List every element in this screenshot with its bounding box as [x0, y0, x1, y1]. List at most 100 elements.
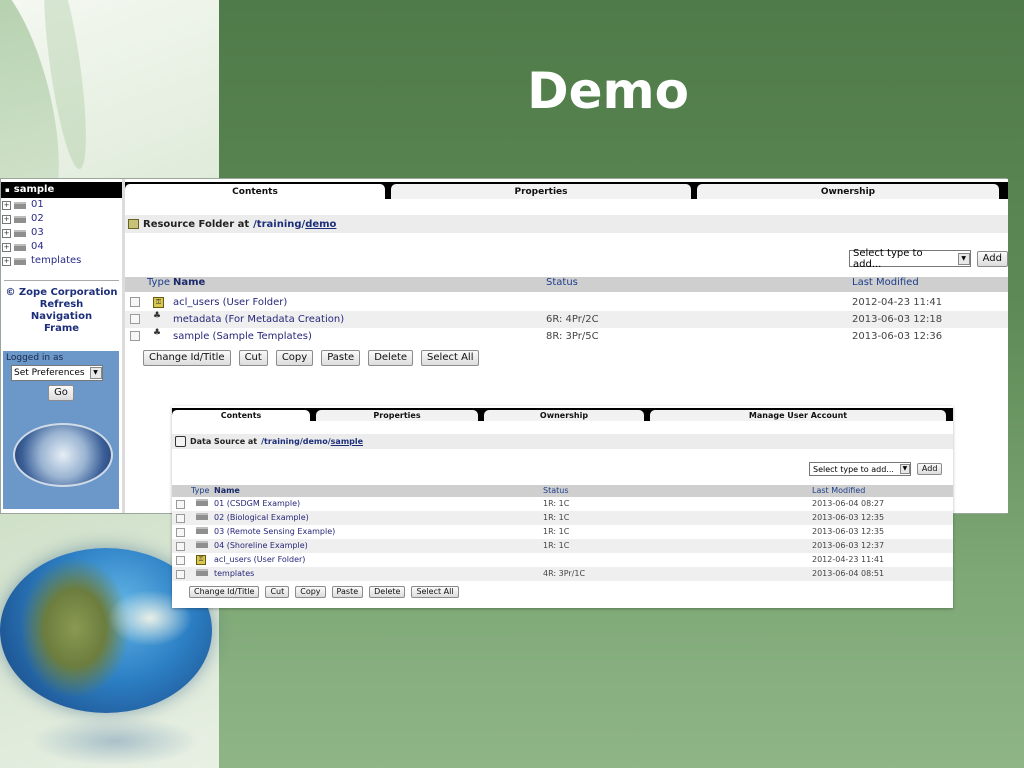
tab-bar: Contents Properties Ownership: [125, 182, 1008, 199]
expand-icon[interactable]: +: [2, 200, 11, 210]
path-segment[interactable]: /training/demo/: [261, 437, 331, 446]
row-checkbox[interactable]: [130, 314, 140, 324]
row-checkbox[interactable]: [130, 331, 140, 341]
column-name[interactable]: Name: [173, 277, 205, 288]
nav-item-label[interactable]: 01: [31, 198, 44, 212]
go-button[interactable]: Go: [48, 385, 74, 401]
column-status[interactable]: Status: [546, 277, 578, 288]
row-checkbox[interactable]: [176, 556, 185, 565]
tab-manage-user-account[interactable]: Manage User Account: [650, 410, 946, 421]
row-checkbox[interactable]: [176, 570, 185, 579]
row-checkbox[interactable]: [176, 500, 185, 509]
table-row: 02 (Biological Example) 1R: 1C 2013-06-0…: [172, 511, 953, 525]
column-type[interactable]: Type: [191, 485, 209, 497]
path-link-demo[interactable]: demo: [305, 219, 336, 230]
row-name-link[interactable]: sample (Sample Templates): [173, 328, 312, 345]
folder-icon: [14, 215, 26, 223]
navigation-link[interactable]: Navigation: [1, 311, 122, 323]
select-all-button[interactable]: Select All: [411, 586, 459, 598]
row-checkbox[interactable]: [176, 528, 185, 537]
column-name[interactable]: Name: [214, 485, 240, 497]
paste-button[interactable]: Paste: [321, 350, 361, 366]
collapse-icon[interactable]: ▪: [5, 186, 10, 194]
row-checkbox[interactable]: [176, 514, 185, 523]
folder-icon: [196, 513, 208, 520]
add-type-select[interactable]: Select type to add... ▼: [809, 462, 911, 476]
row-modified: 2012-04-23 11:41: [852, 297, 943, 308]
row-name-link[interactable]: acl_users (User Folder): [173, 294, 287, 311]
nav-item-templates[interactable]: + templates: [1, 254, 122, 268]
nav-item-04[interactable]: +04: [1, 240, 122, 254]
copy-button[interactable]: Copy: [275, 350, 314, 366]
nav-item-02[interactable]: +02: [1, 212, 122, 226]
column-last-modified[interactable]: Last Modified: [852, 277, 919, 288]
tab-contents[interactable]: Contents: [125, 184, 385, 199]
column-last-modified[interactable]: Last Modified: [812, 485, 865, 497]
tab-properties[interactable]: Properties: [391, 184, 691, 199]
row-name-link[interactable]: metadata (For Metadata Creation): [173, 311, 344, 328]
cut-button[interactable]: Cut: [265, 586, 290, 598]
nav-item-label[interactable]: 03: [31, 226, 44, 240]
change-id-title-button[interactable]: Change Id/Title: [189, 586, 260, 598]
row-checkbox[interactable]: [176, 542, 185, 551]
select-all-button[interactable]: Select All: [421, 350, 480, 366]
expand-icon[interactable]: +: [2, 228, 11, 238]
expand-icon[interactable]: +: [2, 242, 11, 252]
column-status[interactable]: Status: [543, 485, 569, 497]
add-button[interactable]: Add: [976, 250, 1008, 267]
row-name-link[interactable]: acl_users (User Folder): [214, 553, 305, 567]
row-name-link[interactable]: templates: [214, 567, 254, 581]
dropdown-arrow-icon[interactable]: ▼: [957, 252, 970, 265]
change-id-title-button[interactable]: Change Id/Title: [143, 350, 231, 366]
nav-item-01[interactable]: +01: [1, 198, 122, 212]
nav-item-label[interactable]: templates: [31, 254, 81, 268]
path-link-sample[interactable]: sample: [331, 437, 363, 446]
table-row: ⚿ acl_users (User Folder) 2012-04-23 11:…: [172, 553, 953, 567]
refresh-link[interactable]: Refresh: [1, 299, 122, 311]
tab-properties[interactable]: Properties: [316, 410, 478, 421]
tab-ownership[interactable]: Ownership: [484, 410, 644, 421]
add-type-select[interactable]: Select type to add... ▼: [849, 248, 971, 270]
preferences-select-value: Set Preferences: [14, 368, 85, 378]
frame-link[interactable]: Frame: [1, 323, 122, 335]
folder-icon: [14, 201, 26, 209]
expand-icon[interactable]: +: [2, 214, 11, 224]
delete-button[interactable]: Delete: [368, 350, 414, 366]
row-name-link[interactable]: 04 (Shoreline Example): [214, 539, 308, 553]
folder-icon: [196, 569, 208, 576]
row-checkbox[interactable]: [130, 297, 140, 307]
folder-icon: [196, 499, 208, 506]
zope-corporation-link[interactable]: © Zope Corporation: [1, 287, 122, 299]
nav-root-item[interactable]: ▪ sample: [1, 182, 122, 198]
folder-icon: [14, 257, 26, 265]
nav-root-label: sample: [13, 184, 55, 195]
expand-icon[interactable]: +: [2, 256, 11, 266]
location-bar: Data Source at /training/demo/sample: [172, 434, 953, 449]
cut-button[interactable]: Cut: [238, 350, 268, 366]
dropdown-arrow-icon[interactable]: ▼: [899, 464, 910, 474]
table-header: Type Name Status Last Modified: [125, 277, 1008, 292]
tab-ownership[interactable]: Ownership: [697, 184, 999, 199]
logged-in-label: Logged in as: [6, 353, 64, 363]
nav-item-label[interactable]: 02: [31, 212, 44, 226]
row-name-link[interactable]: 02 (Biological Example): [214, 511, 309, 525]
paste-button[interactable]: Paste: [331, 586, 364, 598]
column-type[interactable]: Type: [147, 277, 170, 288]
table-row: ♣ sample (Sample Templates) 8R: 3Pr/5C 2…: [125, 328, 1008, 345]
preferences-select[interactable]: Set Preferences ▼: [11, 365, 103, 381]
add-button[interactable]: Add: [916, 463, 943, 475]
tab-contents[interactable]: Contents: [172, 410, 310, 421]
nav-item-03[interactable]: +03: [1, 226, 122, 240]
dropdown-arrow-icon[interactable]: ▼: [89, 367, 102, 379]
row-status: 1R: 1C: [543, 541, 570, 550]
action-buttons: Change Id/Title Cut Copy Paste Delete Se…: [189, 586, 459, 598]
row-name-link[interactable]: 01 (CSDGM Example): [214, 497, 300, 511]
row-name-link[interactable]: 03 (Remote Sensing Example): [214, 525, 335, 539]
delete-button[interactable]: Delete: [369, 586, 406, 598]
table-row: ♣ metadata (For Metadata Creation) 6R: 4…: [125, 311, 1008, 328]
row-status: 8R: 3Pr/5C: [546, 331, 599, 342]
nav-item-label[interactable]: 04: [31, 240, 44, 254]
copy-button[interactable]: Copy: [295, 586, 326, 598]
location-prefix: Data Source at: [190, 437, 258, 446]
path-segment[interactable]: /training/: [253, 219, 305, 230]
